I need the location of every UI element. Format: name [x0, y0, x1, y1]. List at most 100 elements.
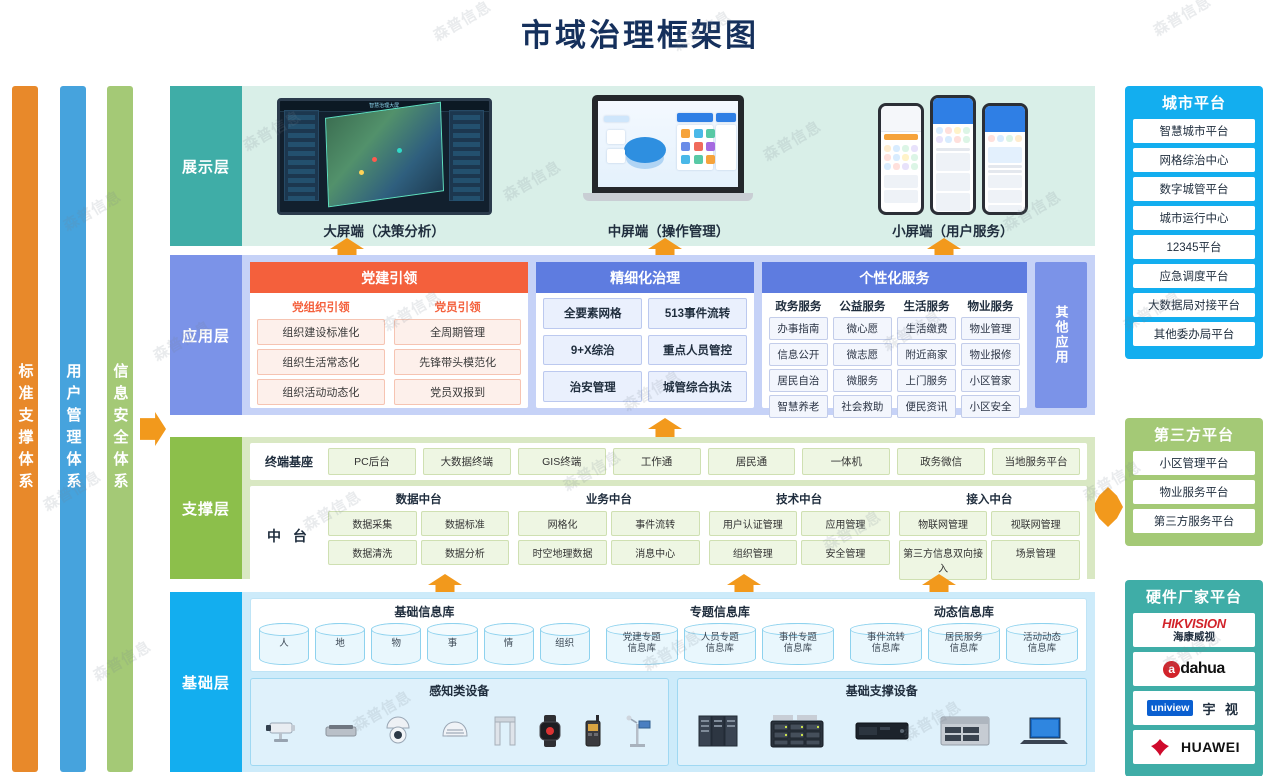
diagram-canvas: 市域治理框架图 标准支撑体系 用户管理体系 信息安全体系 展示层 智慧治理大屏 … [0, 0, 1280, 776]
app-item[interactable]: 全周期管理 [393, 319, 522, 345]
middle-item[interactable]: 消息中心 [610, 540, 700, 565]
middle-item[interactable]: 数据分析 [420, 540, 510, 565]
app-item[interactable]: 生活缴费 [896, 317, 956, 340]
db-cylinder[interactable]: 人 [259, 623, 310, 665]
app-item[interactable]: 治安管理 [543, 371, 643, 402]
terminal-item[interactable]: GIS终端 [517, 448, 606, 475]
app-item[interactable]: 上门服务 [896, 369, 956, 392]
phones-art [877, 95, 1028, 215]
platform-item[interactable]: 网格综治中心 [1133, 148, 1255, 172]
db-cylinder[interactable]: 物 [371, 623, 422, 665]
terminal-item[interactable]: 工作通 [612, 448, 701, 475]
app-item[interactable]: 513事件流转 [648, 298, 747, 329]
app-item[interactable]: 微志愿 [832, 343, 892, 366]
db-cylinder[interactable]: 活动动态 信息库 [1005, 623, 1078, 665]
platform-item[interactable]: 12345平台 [1133, 235, 1255, 259]
app-item[interactable]: 附近商家 [896, 343, 956, 366]
app-item[interactable]: 智慧养老 [768, 395, 828, 418]
db-cylinder[interactable]: 事 [427, 623, 478, 665]
middle-item[interactable]: 数据清洗 [328, 540, 417, 565]
app-item[interactable]: 微服务 [832, 369, 892, 392]
terminal-item[interactable]: 当地服务平台 [992, 448, 1080, 475]
app-item[interactable]: 物业管理 [960, 317, 1021, 340]
app-item[interactable]: 党员双报到 [393, 379, 522, 405]
terminal-item[interactable]: 一体机 [802, 448, 891, 475]
app-item[interactable]: 城管综合执法 [648, 371, 747, 402]
terminal-item[interactable]: 居民通 [707, 448, 796, 475]
middle-item[interactable]: 应用管理 [801, 511, 890, 536]
party-member-column: 党员引领 全周期管理 先锋带头模范化 党员双报到 [393, 298, 522, 409]
db-cylinder[interactable]: 人员专题 信息库 [683, 623, 756, 665]
smoke-detector-icon [442, 721, 468, 737]
app-item[interactable]: 重点人员管控 [648, 334, 747, 366]
db-cylinder[interactable]: 情 [483, 623, 534, 665]
app-item[interactable]: 小区管家 [960, 369, 1021, 392]
uniview-logo[interactable]: uniview 宇 视 [1133, 691, 1255, 725]
middle-item[interactable]: 视联网管理 [991, 511, 1080, 536]
right-panel-hardware-vendors: 硬件厂家平台 HIKVISION 海康威视 a dahua uniview 宇 视… [1125, 580, 1263, 776]
middle-item[interactable]: 网格化 [518, 511, 607, 536]
db-cylinder[interactable]: 事件流转 信息库 [849, 623, 922, 665]
platform-item[interactable]: 智慧城市平台 [1133, 119, 1255, 143]
app-item[interactable]: 组织生活常态化 [257, 349, 385, 375]
middle-group-access: 接入中台 物联网管理 视联网管理 第三方信息双向接入 场景管理 [898, 491, 1080, 580]
middle-item[interactable]: 组织管理 [708, 540, 798, 565]
platform-item[interactable]: 数字城管平台 [1133, 177, 1255, 201]
platform-item[interactable]: 其他委办局平台 [1133, 322, 1255, 346]
column-title: 生活服务 [903, 301, 950, 313]
terminal-item[interactable]: PC后台 [328, 448, 416, 475]
platform-item[interactable]: 第三方服务平台 [1133, 509, 1255, 533]
app-item[interactable]: 信息公开 [768, 343, 828, 366]
middle-item[interactable]: 安全管理 [801, 540, 890, 565]
terminal-item[interactable]: 大数据终端 [422, 448, 511, 475]
middle-item[interactable]: 数据标准 [420, 511, 510, 536]
platform-item[interactable]: 物业服务平台 [1133, 480, 1255, 504]
app-item[interactable]: 组织建设标准化 [257, 319, 385, 345]
middle-item[interactable]: 场景管理 [991, 540, 1080, 580]
service-column-life: 生活服务 生活缴费 附近商家 上门服务 便民资讯 [896, 298, 956, 421]
app-item[interactable]: 办事指南 [768, 317, 828, 340]
db-label: 组织 [555, 637, 575, 649]
db-title: 专题信息库 [689, 605, 750, 619]
hikvision-logo[interactable]: HIKVISION 海康威视 [1133, 613, 1255, 647]
dahua-logo[interactable]: a dahua [1133, 652, 1255, 686]
middle-item[interactable]: 时空地理数据 [518, 540, 607, 565]
middle-item[interactable]: 物联网管理 [898, 511, 988, 536]
service-column-property: 物业服务 物业管理 物业报修 小区管家 小区安全 [960, 298, 1021, 421]
app-item[interactable]: 物业报修 [960, 343, 1021, 366]
screen-caption: 大屏端（决策分析） [323, 224, 445, 239]
middle-item[interactable]: 第三方信息双向接入 [898, 540, 988, 580]
app-item[interactable]: 组织活动动态化 [257, 379, 385, 405]
middle-item[interactable]: 用户认证管理 [708, 511, 798, 536]
app-item[interactable]: 小区安全 [960, 395, 1021, 418]
network-switch-icon [940, 716, 990, 746]
middle-platform-box: 中 台 数据中台 数据采集 数据标准 数据清洗 数据分析 业务中台 网格化 事件… [250, 486, 1087, 585]
middle-item[interactable]: 事件流转 [610, 511, 700, 536]
huawei-logo[interactable]: HUAWEI [1133, 730, 1255, 764]
other-applications[interactable]: 其他应用 [1035, 262, 1087, 408]
app-item[interactable]: 社会救助 [832, 395, 892, 418]
db-cylinder[interactable]: 组织 [539, 623, 590, 665]
terminal-item[interactable]: 政务微信 [897, 448, 986, 475]
platform-item[interactable]: 小区管理平台 [1133, 451, 1255, 475]
db-cylinder[interactable]: 党建专题 信息库 [605, 623, 678, 665]
layer-label-base: 基础层 [170, 592, 242, 772]
db-label: 人员专题 信息库 [700, 632, 739, 654]
app-item[interactable]: 便民资讯 [896, 395, 956, 418]
platform-item[interactable]: 城市运行中心 [1133, 206, 1255, 230]
app-item[interactable]: 9+X综治 [543, 334, 643, 366]
app-item[interactable]: 微心愿 [832, 317, 892, 340]
db-cylinder[interactable]: 事件专题 信息库 [761, 623, 834, 665]
terminal-base-box: 终端基座 PC后台 大数据终端 GIS终端 工作通 居民通 一体机 政务微信 当… [250, 443, 1087, 480]
platform-item[interactable]: 大数据局对接平台 [1133, 293, 1255, 317]
db-cylinder[interactable]: 居民服务 信息库 [927, 623, 1000, 665]
middle-item[interactable]: 数据采集 [328, 511, 417, 536]
db-cylinder[interactable]: 地 [315, 623, 366, 665]
db-label: 事 [447, 637, 458, 649]
app-item[interactable]: 全要素网格 [543, 298, 643, 329]
flow-arrow-up [648, 418, 682, 438]
db-group-basic: 基础信息库 人 地 物 事 情 组织 [259, 603, 590, 665]
app-item[interactable]: 先锋带头模范化 [393, 349, 522, 375]
app-item[interactable]: 居民自治 [768, 369, 828, 392]
platform-item[interactable]: 应急调度平台 [1133, 264, 1255, 288]
